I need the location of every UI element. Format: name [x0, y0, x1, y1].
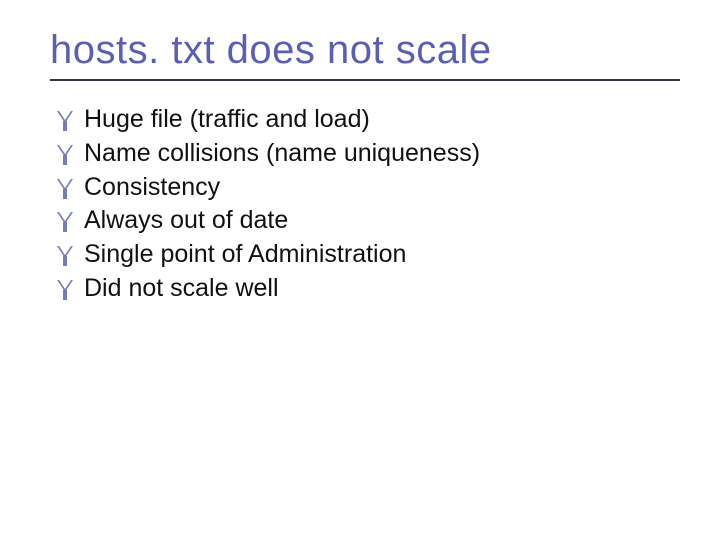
bullet-list: Huge file (traffic and load) Name collis… — [54, 103, 680, 306]
list-item: Did not scale well — [54, 272, 680, 306]
checkmark-icon — [54, 141, 76, 167]
list-item: Name collisions (name uniqueness) — [54, 137, 680, 171]
checkmark-icon — [54, 107, 76, 133]
slide-title: hosts. txt does not scale — [50, 28, 680, 73]
list-item: Huge file (traffic and load) — [54, 103, 680, 137]
title-underline — [50, 79, 680, 81]
checkmark-icon — [54, 208, 76, 234]
bullet-text: Consistency — [84, 171, 680, 205]
list-item: Always out of date — [54, 204, 680, 238]
slide: hosts. txt does not scale Huge file (tra… — [0, 0, 720, 540]
bullet-text: Name collisions (name uniqueness) — [84, 137, 680, 171]
bullet-text: Huge file (traffic and load) — [84, 103, 680, 137]
list-item: Consistency — [54, 171, 680, 205]
checkmark-icon — [54, 276, 76, 302]
checkmark-icon — [54, 242, 76, 268]
list-item: Single point of Administration — [54, 238, 680, 272]
bullet-text: Always out of date — [84, 204, 680, 238]
bullet-text: Single point of Administration — [84, 238, 680, 272]
checkmark-icon — [54, 175, 76, 201]
bullet-text: Did not scale well — [84, 272, 680, 306]
